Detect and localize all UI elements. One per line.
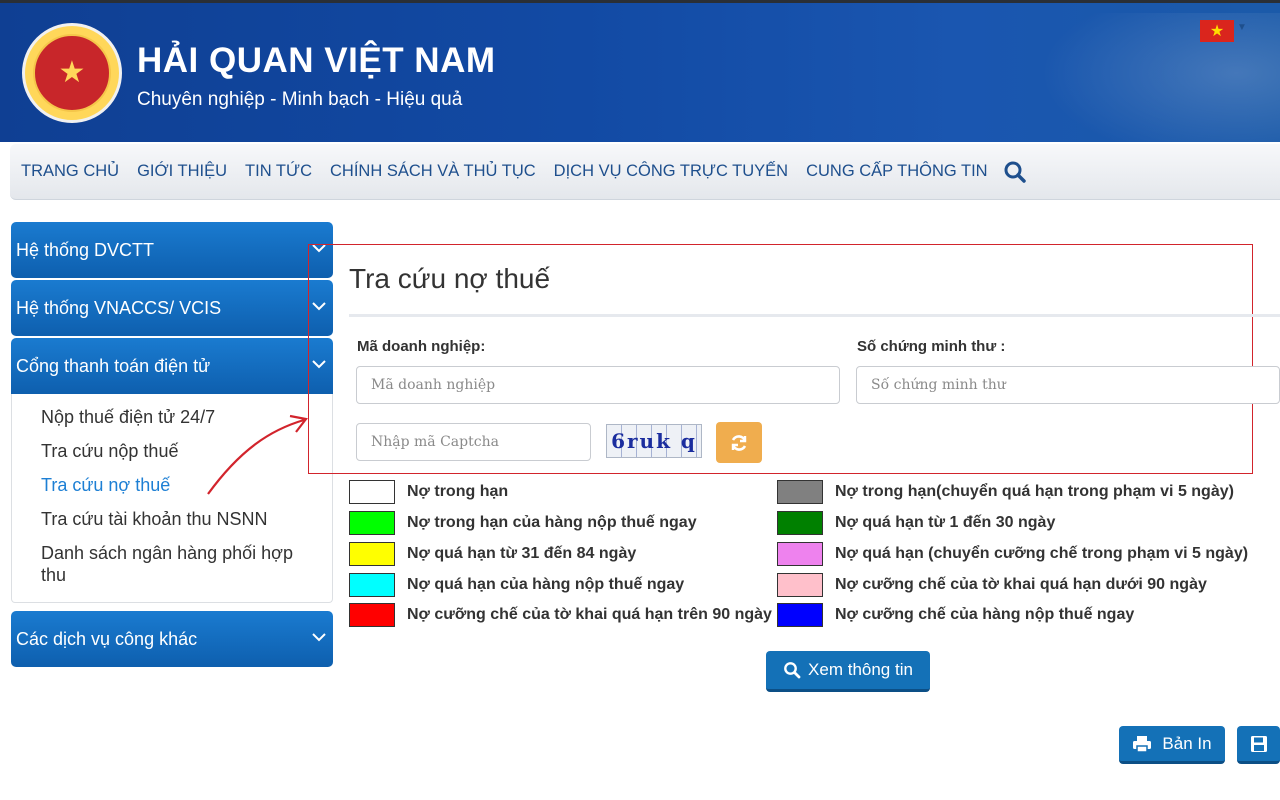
legend-label: Nợ cưỡng chế của hàng nộp thuế ngay	[835, 606, 1135, 623]
chevron-down-icon	[312, 633, 326, 642]
sidebar-section-payment[interactable]: Cổng thanh toán điện tử	[11, 338, 333, 394]
legend-swatch	[777, 603, 823, 627]
sidebar-item-nsnn-account[interactable]: Tra cứu tài khoản thu NSNN	[12, 502, 332, 536]
company-code-label: Mã doanh nghiệp:	[357, 338, 486, 355]
vietnam-flag-icon[interactable]: ★	[1200, 20, 1234, 42]
legend-label: Nợ trong hạn	[407, 483, 509, 500]
id-number-label: Số chứng minh thư :	[857, 338, 1006, 355]
main-nav: TRANG CHỦ GIỚI THIỆU TIN TỨC CHÍNH SÁCH …	[10, 144, 1280, 200]
legend-label: Nợ trong hạn của hàng nộp thuế ngay	[407, 514, 697, 531]
nav-policy[interactable]: CHÍNH SÁCH VÀ THỦ TỤC	[321, 162, 545, 181]
print-label: Bản In	[1162, 733, 1212, 753]
view-info-label: Xem thông tin	[808, 660, 913, 679]
id-number-input[interactable]	[856, 366, 1280, 404]
legend-item: Nợ trong hạn(chuyển quá hạn trong phạm v…	[777, 480, 1234, 504]
refresh-icon	[731, 434, 747, 451]
sidebar-section-label: Hệ thống DVCTT	[16, 239, 155, 260]
site-header: ★ HẢI QUAN VIỆT NAM Chuyên nghiệp - Minh…	[0, 0, 1280, 142]
nav-about[interactable]: GIỚI THIỆU	[128, 162, 236, 181]
legend-item: Nợ cưỡng chế của tờ khai quá hạn dưới 90…	[777, 573, 1207, 597]
title-divider	[349, 314, 1280, 317]
legend-item: Nợ quá hạn (chuyển cưỡng chế trong phạm …	[777, 542, 1248, 566]
save-button[interactable]	[1237, 726, 1280, 764]
legend-item: Nợ cưỡng chế của tờ khai quá hạn trên 90…	[349, 603, 772, 627]
logo-emblem: ★	[33, 34, 111, 112]
nav-news[interactable]: TIN TỨC	[236, 162, 321, 181]
customs-logo[interactable]: ★	[22, 23, 122, 123]
legend-swatch	[349, 603, 395, 627]
legend-item: Nợ quá hạn của hàng nộp thuế ngay	[349, 573, 684, 597]
nav-online-services[interactable]: DỊCH VỤ CÔNG TRỰC TUYẾN	[545, 162, 797, 181]
refresh-captcha-button[interactable]	[716, 422, 762, 463]
legend-swatch	[349, 573, 395, 597]
star-icon: ★	[58, 56, 86, 89]
legend-label: Nợ quá hạn (chuyển cưỡng chế trong phạm …	[835, 545, 1249, 562]
captcha-input[interactable]	[356, 423, 591, 461]
legend-item: Nợ quá hạn từ 1 đến 30 ngày	[777, 511, 1055, 535]
nav-home[interactable]: TRANG CHỦ	[10, 162, 128, 181]
sidebar-section-vnaccs[interactable]: Hệ thống VNACCS/ VCIS	[11, 280, 333, 336]
annotation-arrow-icon	[207, 414, 308, 495]
legend-item: Nợ trong hạn	[349, 480, 508, 504]
legend-swatch	[777, 573, 823, 597]
sidebar-section-label: Các dịch vụ công khác	[16, 628, 198, 649]
legend-label: Nợ quá hạn của hàng nộp thuế ngay	[407, 576, 685, 593]
page-title: Tra cứu nợ thuế	[349, 263, 551, 294]
legend-swatch	[349, 480, 395, 504]
legend-item: Nợ cưỡng chế của hàng nộp thuế ngay	[777, 603, 1134, 627]
sidebar-section-label: Hệ thống VNACCS/ VCIS	[16, 297, 222, 318]
search-icon[interactable]	[1003, 160, 1027, 184]
legend-item: Nợ trong hạn của hàng nộp thuế ngay	[349, 511, 697, 535]
sidebar-item-partner-banks[interactable]: Danh sách ngân hàng phối hợp thu	[12, 536, 332, 592]
legend-swatch	[349, 542, 395, 566]
view-info-button[interactable]: Xem thông tin	[766, 651, 930, 692]
search-icon	[784, 662, 801, 679]
site-title: HẢI QUAN VIỆT NAM	[137, 41, 496, 80]
printer-icon	[1133, 735, 1152, 753]
legend-swatch	[349, 511, 395, 535]
legend-swatch	[777, 542, 823, 566]
site-slogan: Chuyên nghiệp - Minh bạch - Hiệu quả	[137, 89, 463, 110]
sidebar-section-other-services[interactable]: Các dịch vụ công khác	[11, 611, 333, 667]
sidebar-section-dvctt[interactable]: Hệ thống DVCTT	[11, 222, 333, 278]
nav-information[interactable]: CUNG CẤP THÔNG TIN	[797, 162, 997, 181]
legend-label: Nợ cưỡng chế của tờ khai quá hạn trên 90…	[407, 606, 772, 623]
legend-swatch	[777, 480, 823, 504]
legend-item: Nợ quá hạn từ 31 đến 84 ngày	[349, 542, 636, 566]
legend-swatch	[777, 511, 823, 535]
floppy-disk-icon	[1250, 735, 1267, 752]
legend-label: Nợ cưỡng chế của tờ khai quá hạn dưới 90…	[835, 576, 1207, 593]
legend-label: Nợ trong hạn(chuyển quá hạn trong phạm v…	[835, 483, 1234, 500]
language-caret-icon[interactable]: ▼	[1237, 22, 1247, 33]
sidebar-section-label: Cổng thanh toán điện tử	[16, 355, 211, 376]
captcha-image: 6ruk q	[606, 424, 702, 458]
legend-label: Nợ quá hạn từ 1 đến 30 ngày	[835, 514, 1056, 531]
legend-label: Nợ quá hạn từ 31 đến 84 ngày	[407, 545, 637, 562]
print-button[interactable]: Bản In	[1119, 726, 1225, 764]
company-code-input[interactable]	[356, 366, 840, 404]
